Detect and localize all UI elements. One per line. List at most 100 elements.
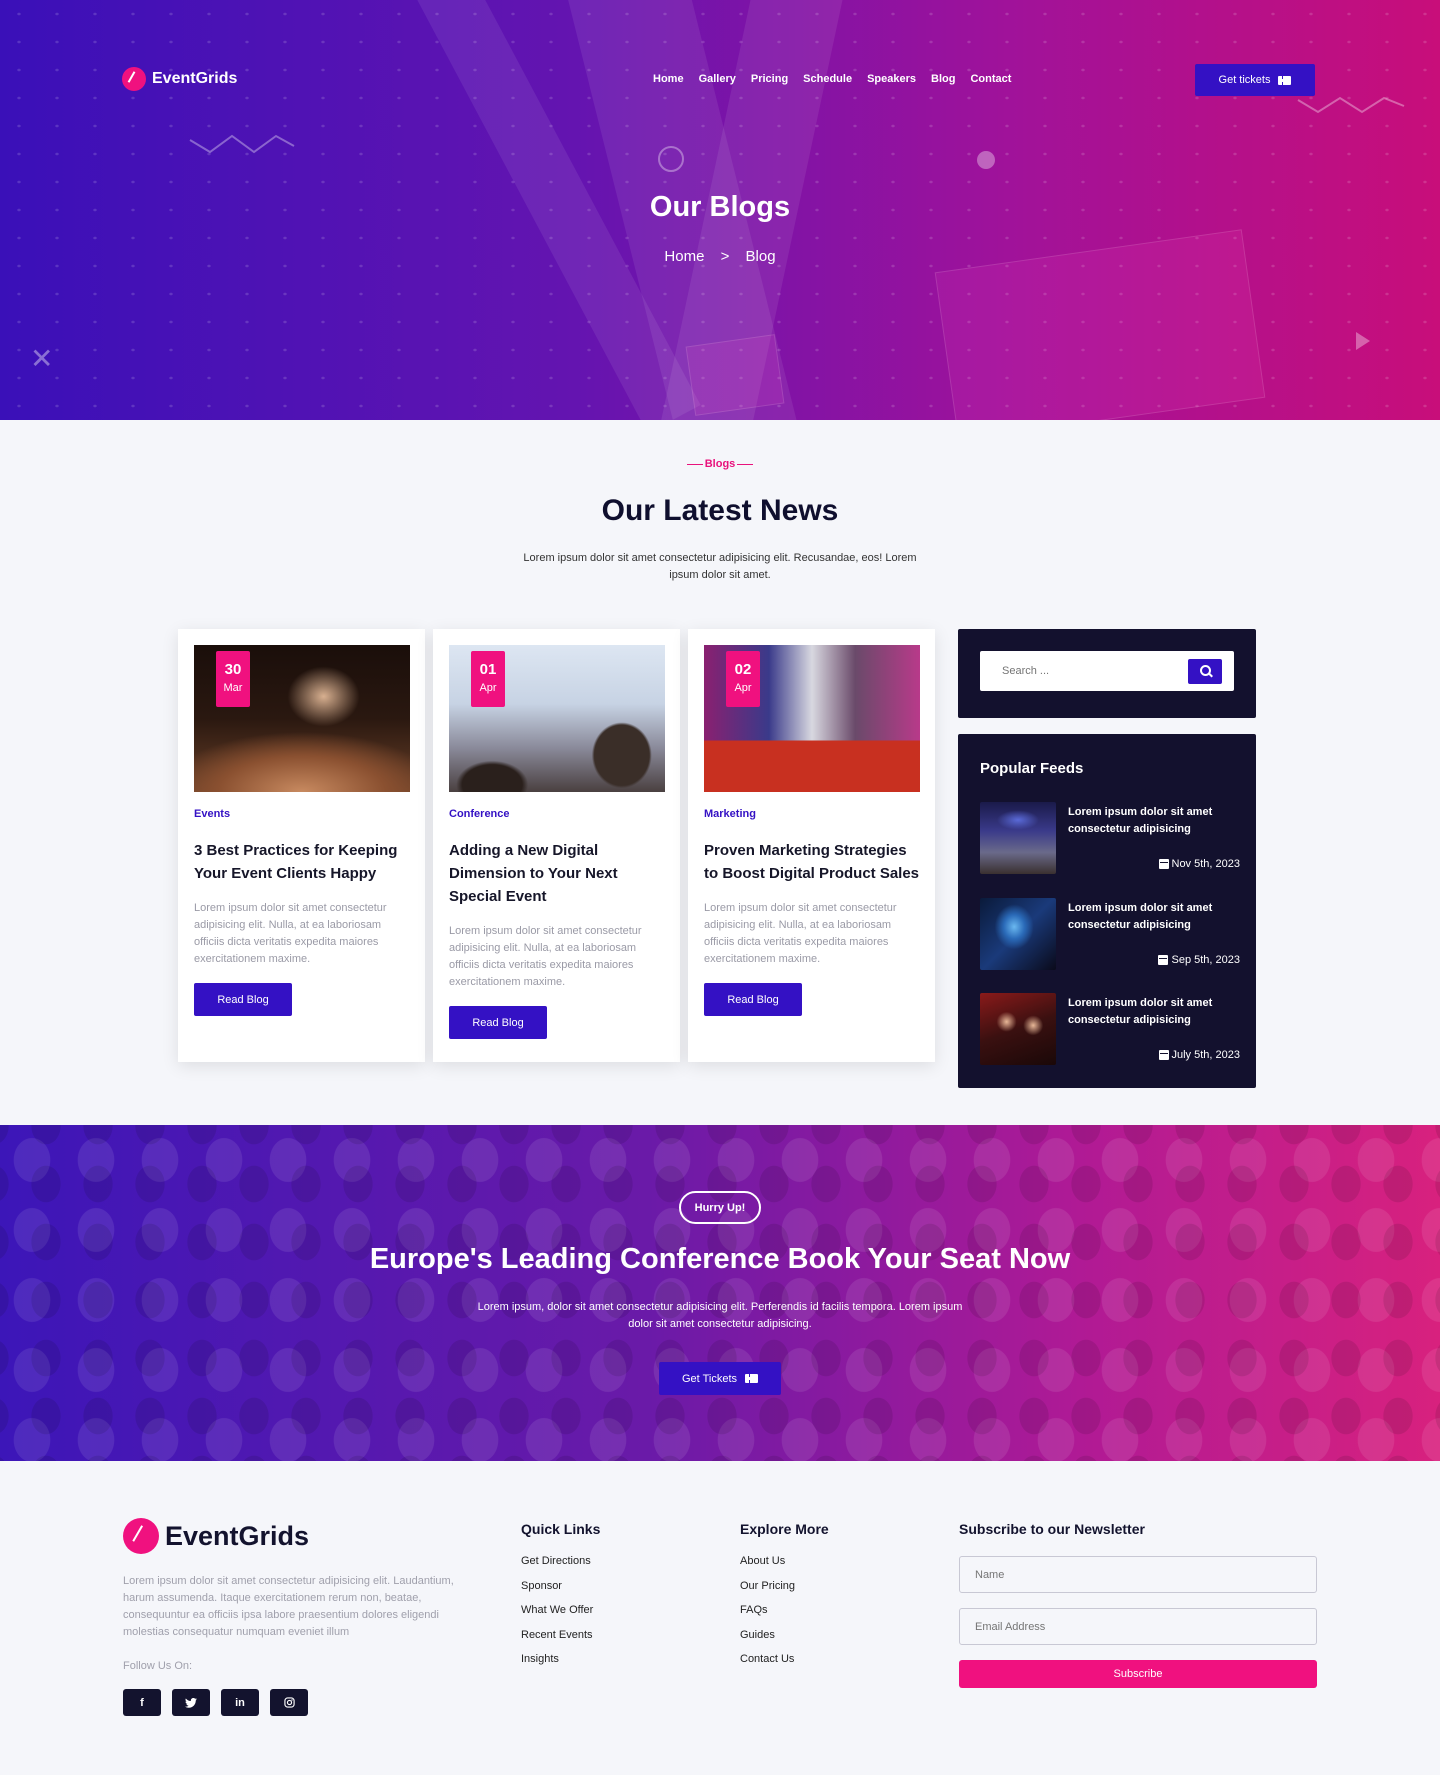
top-nav: EventGrids Home Gallery Pricing Schedule… (0, 62, 1440, 98)
blog-category[interactable]: Conference (449, 808, 510, 820)
section-description: Lorem ipsum dolor sit amet consectetur a… (523, 552, 917, 581)
cta-button-label: Get Tickets (681, 1372, 738, 1385)
brand-name: EventGrids (152, 70, 238, 87)
search-input[interactable] (1002, 651, 1182, 691)
feed-title: Lorem ipsum dolor sit amet consectetur a… (1068, 997, 1213, 1026)
blog-title[interactable]: Adding a New Digital Dimension to Your N… (449, 839, 669, 908)
subscribe-button[interactable]: Subscribe (959, 1660, 1317, 1688)
instagram-glyph (283, 1697, 295, 1708)
zigzag-shape (189, 134, 295, 154)
ticket-icon (745, 1374, 759, 1383)
linkedin-icon[interactable]: in (221, 1689, 259, 1716)
footer-link[interactable]: FAQs (740, 1602, 829, 1619)
facebook-icon[interactable]: f (123, 1689, 161, 1716)
feed-title: Lorem ipsum dolor sit amet consectetur a… (1068, 902, 1213, 931)
footer-link[interactable]: Recent Events (521, 1627, 600, 1644)
date-badge: 30 Mar (216, 651, 250, 707)
zigzag-shape (1297, 96, 1405, 114)
get-tickets-label: Get tickets (1218, 74, 1271, 86)
hero-screen (685, 334, 785, 416)
feed-thumbnail (980, 993, 1056, 1065)
nav-item-gallery[interactable]: Gallery (699, 73, 736, 85)
footer-link[interactable]: Our Pricing (740, 1578, 829, 1595)
nav-item-blog[interactable]: Blog (931, 73, 955, 85)
footer-link[interactable]: Contact Us (740, 1651, 829, 1668)
blog-category[interactable]: Events (194, 808, 230, 820)
breadcrumb-home[interactable]: Home (664, 248, 704, 265)
date-day: 01 (479, 661, 497, 678)
nav-item-contact[interactable]: Contact (970, 73, 1011, 85)
ring-shape (658, 146, 684, 172)
nav-item-speakers[interactable]: Speakers (867, 73, 916, 85)
feeds-title: Popular Feeds (980, 760, 1084, 777)
search-button[interactable] (1188, 659, 1222, 684)
hurry-badge: Hurry Up! (679, 1191, 761, 1224)
cta-get-tickets-button[interactable]: Get Tickets (659, 1362, 781, 1395)
cross-shape: ✕ (30, 343, 54, 374)
blog-excerpt: Lorem ipsum dolor sit amet consectetur a… (704, 902, 897, 965)
feed-item[interactable]: Lorem ipsum dolor sit amet consectetur a… (980, 898, 1240, 970)
nav-item-schedule[interactable]: Schedule (803, 73, 852, 85)
blog-card: 02 Apr Marketing Proven Marketing Strate… (688, 629, 935, 1062)
feed-date: Sep 5th, 2023 (1158, 954, 1240, 966)
footer-link[interactable]: What We Offer (521, 1602, 600, 1619)
footer-link[interactable]: Get Directions (521, 1553, 600, 1570)
blog-title[interactable]: 3 Best Practices for Keeping Your Event … (194, 839, 414, 885)
cta-banner: Hurry Up! Europe's Leading Conference Bo… (0, 1125, 1440, 1461)
date-month: Apr (479, 682, 497, 694)
footer-link[interactable]: Sponsor (521, 1578, 600, 1595)
read-blog-button[interactable]: Read Blog (449, 1006, 547, 1039)
date-badge: 02 Apr (726, 651, 760, 707)
read-blog-button[interactable]: Read Blog (704, 983, 802, 1016)
calendar-icon (1158, 1050, 1169, 1060)
footer-link[interactable]: Insights (521, 1651, 600, 1668)
feed-item[interactable]: Lorem ipsum dolor sit amet consectetur a… (980, 802, 1240, 874)
twitter-bird-glyph (185, 1697, 197, 1708)
date-day: 02 (734, 661, 752, 678)
nav-item-home[interactable]: Home (653, 73, 684, 85)
footer-about: Lorem ipsum dolor sit amet consectetur a… (123, 1575, 454, 1638)
blog-title[interactable]: Proven Marketing Strategies to Boost Dig… (704, 839, 924, 885)
brand-logo[interactable]: EventGrids (122, 67, 237, 91)
date-month: Mar (223, 682, 243, 694)
feed-title: Lorem ipsum dolor sit amet consectetur a… (1068, 806, 1213, 835)
logo-icon (123, 1518, 159, 1554)
explore-more-column: Explore More About Us Our Pricing FAQs G… (740, 1521, 829, 1676)
main-menu: Home Gallery Pricing Schedule Speakers B… (653, 73, 1011, 85)
section-tag: Blogs (0, 458, 1440, 470)
page-title: Our Blogs (649, 191, 791, 223)
read-blog-button[interactable]: Read Blog (194, 983, 292, 1016)
cta-title: Europe's Leading Conference Book Your Se… (369, 1243, 1071, 1275)
newsletter-column: Subscribe to our Newsletter (959, 1521, 1145, 1553)
breadcrumb-separator: > (720, 248, 730, 265)
breadcrumb: Home > Blog (0, 248, 1440, 265)
feed-date-text: July 5th, 2023 (1171, 1049, 1241, 1061)
blog-card: 30 Mar Events 3 Best Practices for Keepi… (178, 629, 425, 1062)
explore-more-title: Explore More (740, 1521, 829, 1537)
feed-date: July 5th, 2023 (1158, 1049, 1241, 1061)
feed-thumbnail (980, 898, 1056, 970)
feed-item[interactable]: Lorem ipsum dolor sit amet consectetur a… (980, 993, 1240, 1065)
search-field (980, 651, 1234, 691)
feed-date-text: Nov 5th, 2023 (1171, 858, 1241, 870)
quick-links-title: Quick Links (521, 1521, 601, 1537)
section-tag-label: Blogs (704, 458, 736, 470)
feed-thumbnail (980, 802, 1056, 874)
newsletter-email-field[interactable] (959, 1608, 1317, 1645)
quick-links-column: Quick Links Get Directions Sponsor What … (521, 1521, 600, 1676)
search-widget (958, 629, 1256, 718)
cta-description: Lorem ipsum, dolor sit amet consectetur … (477, 1301, 963, 1330)
crowd-background (0, 1125, 1440, 1461)
get-tickets-button[interactable]: Get tickets (1195, 64, 1315, 96)
popular-feeds-widget: Popular Feeds Lorem ipsum dolor sit amet… (958, 734, 1256, 1088)
nav-item-pricing[interactable]: Pricing (751, 73, 788, 85)
instagram-icon[interactable] (270, 1689, 308, 1716)
footer-logo[interactable]: EventGrids (123, 1518, 309, 1554)
twitter-icon[interactable] (172, 1689, 210, 1716)
footer-link[interactable]: Guides (740, 1627, 829, 1644)
follow-label: Follow Us On: (123, 1660, 193, 1672)
newsletter-name-field[interactable] (959, 1556, 1317, 1593)
footer-link[interactable]: About Us (740, 1553, 829, 1570)
blog-category[interactable]: Marketing (704, 808, 756, 820)
footer-brand-name: EventGrids (165, 1520, 310, 1551)
